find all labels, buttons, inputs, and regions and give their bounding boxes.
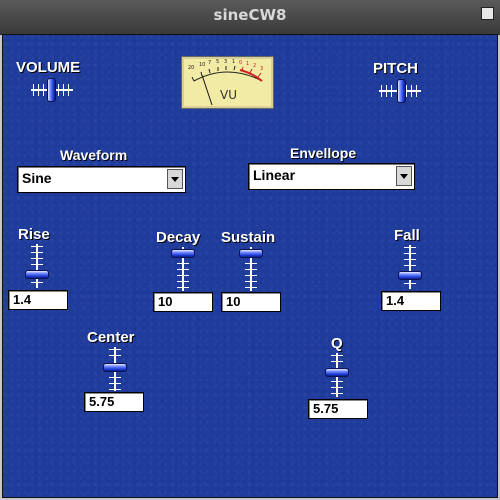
svg-text:5: 5 xyxy=(216,59,219,65)
sustain-label: Sustain xyxy=(221,229,276,246)
svg-text:7: 7 xyxy=(208,60,211,66)
center-label: Center xyxy=(87,329,135,346)
envelope-select-value: Linear xyxy=(253,167,296,183)
pitch-slider[interactable] xyxy=(379,79,421,103)
vu-meter: 20 10 7 5 3 1 0 1 2 3 VU xyxy=(181,56,274,109)
chevron-down-icon[interactable] xyxy=(396,166,412,186)
center-slider-thumb[interactable] xyxy=(103,363,127,372)
svg-text:20: 20 xyxy=(188,65,194,71)
waveform-label: Waveform xyxy=(60,147,128,163)
svg-text:2: 2 xyxy=(253,63,256,69)
chevron-down-icon[interactable] xyxy=(167,169,183,189)
waveform-select-value: Sine xyxy=(22,170,52,186)
volume-slider[interactable] xyxy=(31,78,73,102)
vu-label: VU xyxy=(220,88,237,102)
fall-slider-thumb[interactable] xyxy=(398,271,422,280)
q-field[interactable]: 5.75 xyxy=(308,399,368,419)
sustain-slider[interactable] xyxy=(239,247,263,291)
volume-slider-thumb[interactable] xyxy=(47,78,56,102)
rise-slider[interactable] xyxy=(25,244,49,288)
waveform-select[interactable]: Sine xyxy=(17,166,186,193)
svg-text:1: 1 xyxy=(246,61,249,67)
title-bar[interactable]: sineCW8 xyxy=(0,0,500,35)
decay-field[interactable]: 10 xyxy=(153,292,213,312)
q-label: Q xyxy=(331,335,343,352)
svg-text:10: 10 xyxy=(199,62,205,68)
svg-text:3: 3 xyxy=(224,59,227,65)
volume-label: VOLUME xyxy=(16,59,81,76)
window-title: sineCW8 xyxy=(213,6,287,24)
center-slider[interactable] xyxy=(103,347,127,391)
pitch-label: PITCH xyxy=(373,60,418,77)
sustain-slider-thumb[interactable] xyxy=(239,249,263,258)
vu-meter-dial: 20 10 7 5 3 1 0 1 2 3 VU xyxy=(188,59,263,106)
center-field[interactable]: 5.75 xyxy=(84,392,144,412)
synth-panel: VOLUME 20 10 7 5 3 1 0 1 2 3 VU PITCH Wa… xyxy=(2,34,498,498)
fall-field[interactable]: 1.4 xyxy=(381,291,441,311)
close-box-icon[interactable] xyxy=(481,7,494,20)
rise-slider-thumb[interactable] xyxy=(25,270,49,279)
rise-field[interactable]: 1.4 xyxy=(8,290,68,310)
svg-text:1: 1 xyxy=(232,59,235,65)
vu-needle xyxy=(201,74,213,106)
decay-label: Decay xyxy=(156,229,201,246)
envelope-label: Envellope xyxy=(290,145,357,161)
envelope-select[interactable]: Linear xyxy=(248,163,415,190)
q-slider-thumb[interactable] xyxy=(325,368,349,377)
q-slider[interactable] xyxy=(325,353,349,397)
pitch-slider-thumb[interactable] xyxy=(397,79,406,103)
sustain-field[interactable]: 10 xyxy=(221,292,281,312)
rise-label: Rise xyxy=(18,226,50,243)
svg-text:3: 3 xyxy=(260,66,263,72)
app-window: sineCW8 VOLUME 20 10 7 5 3 1 0 1 2 3 VU … xyxy=(0,0,500,500)
fall-label: Fall xyxy=(394,227,420,244)
svg-text:0: 0 xyxy=(239,60,242,66)
decay-slider[interactable] xyxy=(171,247,195,291)
decay-slider-thumb[interactable] xyxy=(171,249,195,258)
fall-slider[interactable] xyxy=(398,245,422,289)
